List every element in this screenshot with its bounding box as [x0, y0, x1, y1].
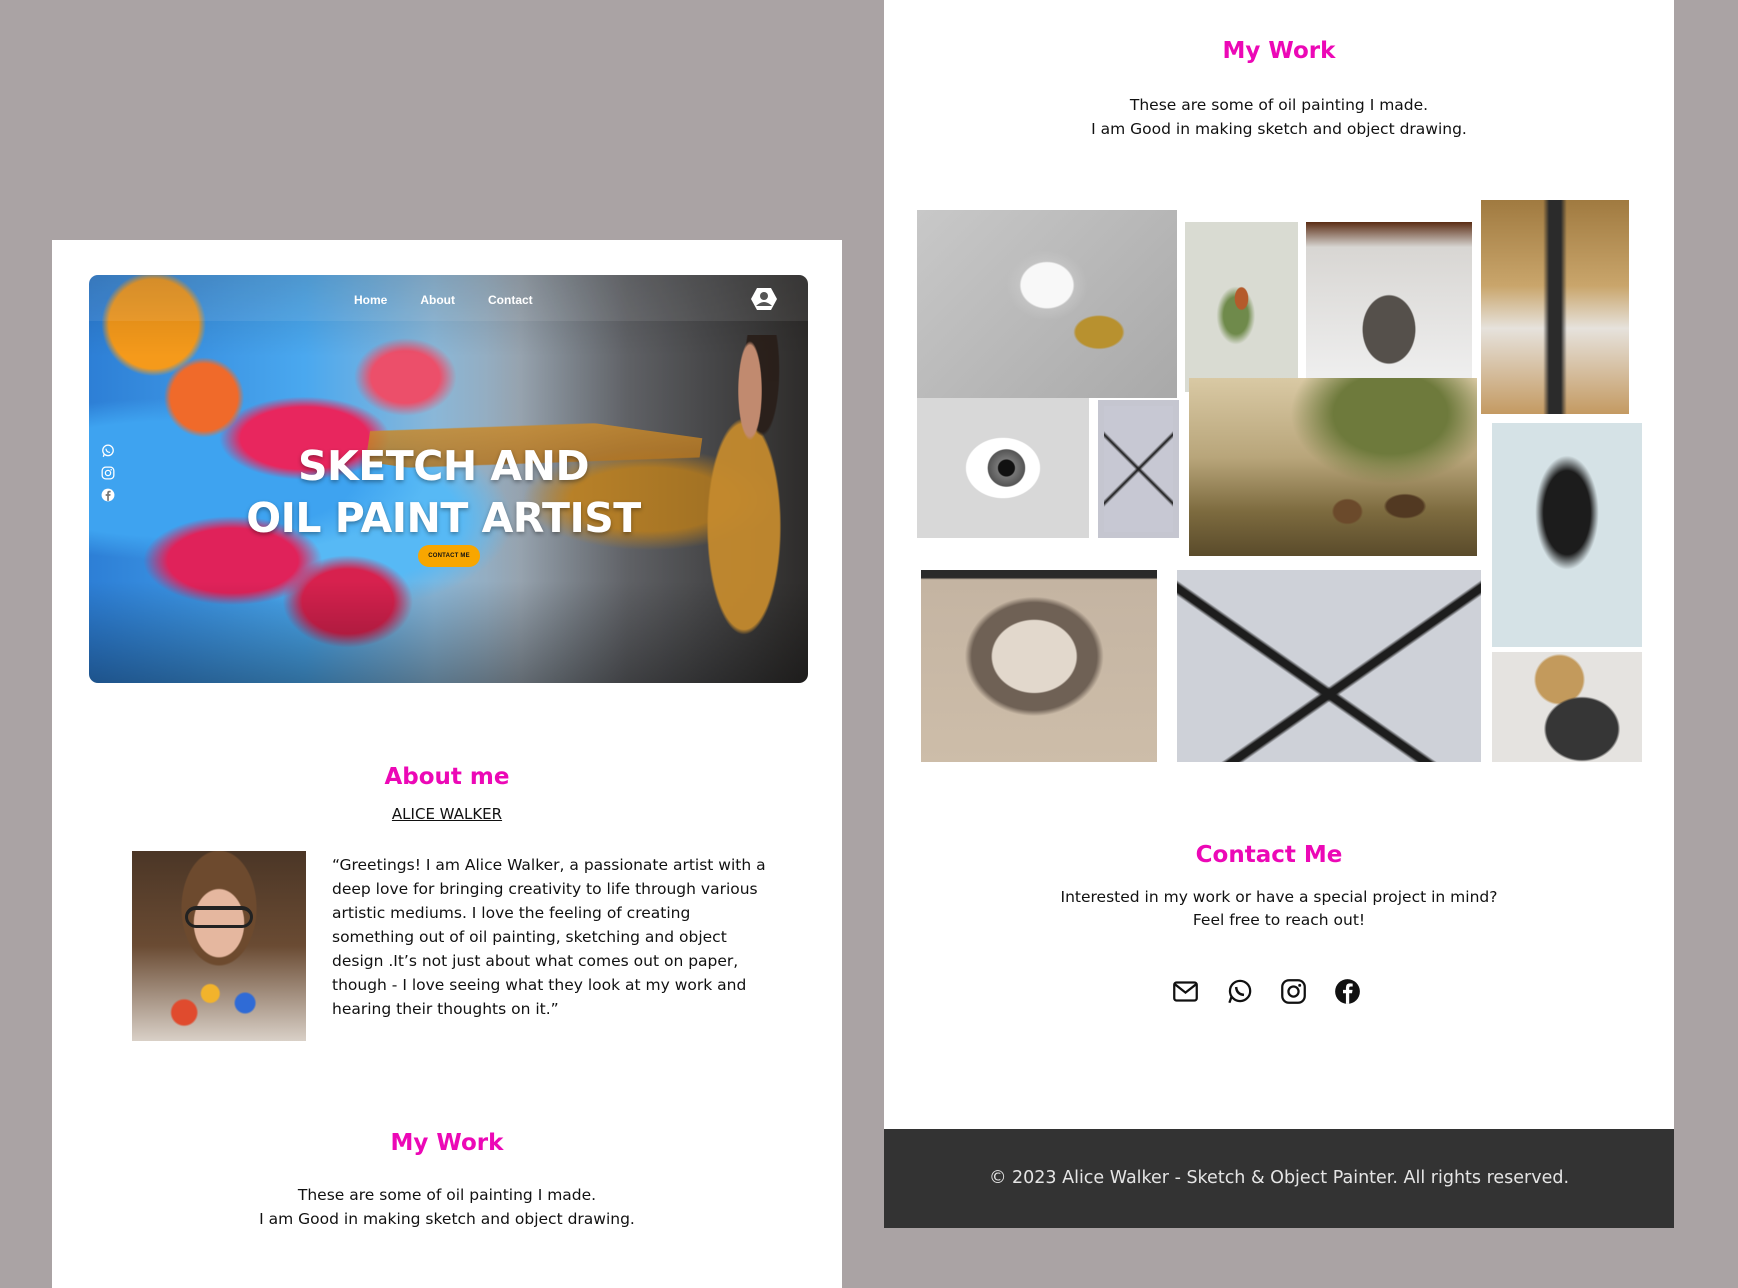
artwork-mountain-card[interactable]	[1098, 400, 1179, 538]
artwork-landscape-cows[interactable]	[1189, 378, 1477, 556]
hero-banner: Home About Contact SKETCH AND OIL PAINT …	[89, 275, 808, 683]
artist-name: ALICE WALKER	[391, 805, 503, 823]
work-description: These are some of oil painting I made. I…	[259, 1186, 635, 1228]
artwork-eiffel-tower[interactable]	[1481, 200, 1629, 414]
work-title: My Work	[1222, 38, 1336, 64]
work-title: My Work	[390, 1130, 504, 1156]
portrait-glasses-shape	[185, 906, 253, 928]
contact-title: Contact Me	[1195, 842, 1343, 868]
about-bio: “Greetings! I am Alice Walker, a passion…	[332, 856, 766, 1018]
instagram-icon[interactable]	[1280, 978, 1307, 1005]
contact-social-links	[1172, 978, 1361, 1005]
artwork-woman-sketch[interactable]	[1492, 423, 1642, 647]
artwork-hair-sketch[interactable]	[1492, 652, 1642, 762]
hero-title: SKETCH AND OIL PAINT ARTIST	[246, 442, 641, 542]
artist-portrait	[132, 851, 306, 1041]
artwork-eye-sketch[interactable]	[917, 398, 1089, 538]
main-nav: Home About Contact	[354, 293, 533, 307]
portfolio-page-preview: My Work These are some of oil painting I…	[884, 0, 1674, 1228]
landing-page-preview: Home About Contact SKETCH AND OIL PAINT …	[52, 240, 842, 1288]
artwork-face-sketch[interactable]	[921, 570, 1157, 762]
contact-me-button[interactable]: CONTACT ME	[418, 545, 480, 567]
whatsapp-icon[interactable]	[1226, 978, 1253, 1005]
artwork-bird[interactable]	[1185, 222, 1298, 392]
facebook-icon[interactable]	[1334, 978, 1361, 1005]
work-description: These are some of oil painting I made. I…	[1091, 96, 1467, 138]
footer: © 2023 Alice Walker - Sketch & Object Pa…	[884, 1129, 1674, 1228]
artwork-mountains-sketch[interactable]	[1177, 570, 1481, 762]
nav-contact[interactable]: Contact	[488, 293, 533, 307]
user-icon[interactable]	[750, 287, 778, 311]
footer-copyright: © 2023 Alice Walker - Sketch & Object Pa…	[988, 1168, 1570, 1188]
artwork-well-sketch[interactable]	[1306, 222, 1472, 380]
mail-icon[interactable]	[1172, 978, 1199, 1005]
nav-about[interactable]: About	[420, 293, 455, 307]
contact-description: Interested in my work or have a special …	[1060, 888, 1498, 929]
artwork-lightbulb[interactable]	[917, 210, 1177, 398]
nav-home[interactable]: Home	[354, 293, 387, 307]
about-title: About me	[384, 764, 510, 790]
